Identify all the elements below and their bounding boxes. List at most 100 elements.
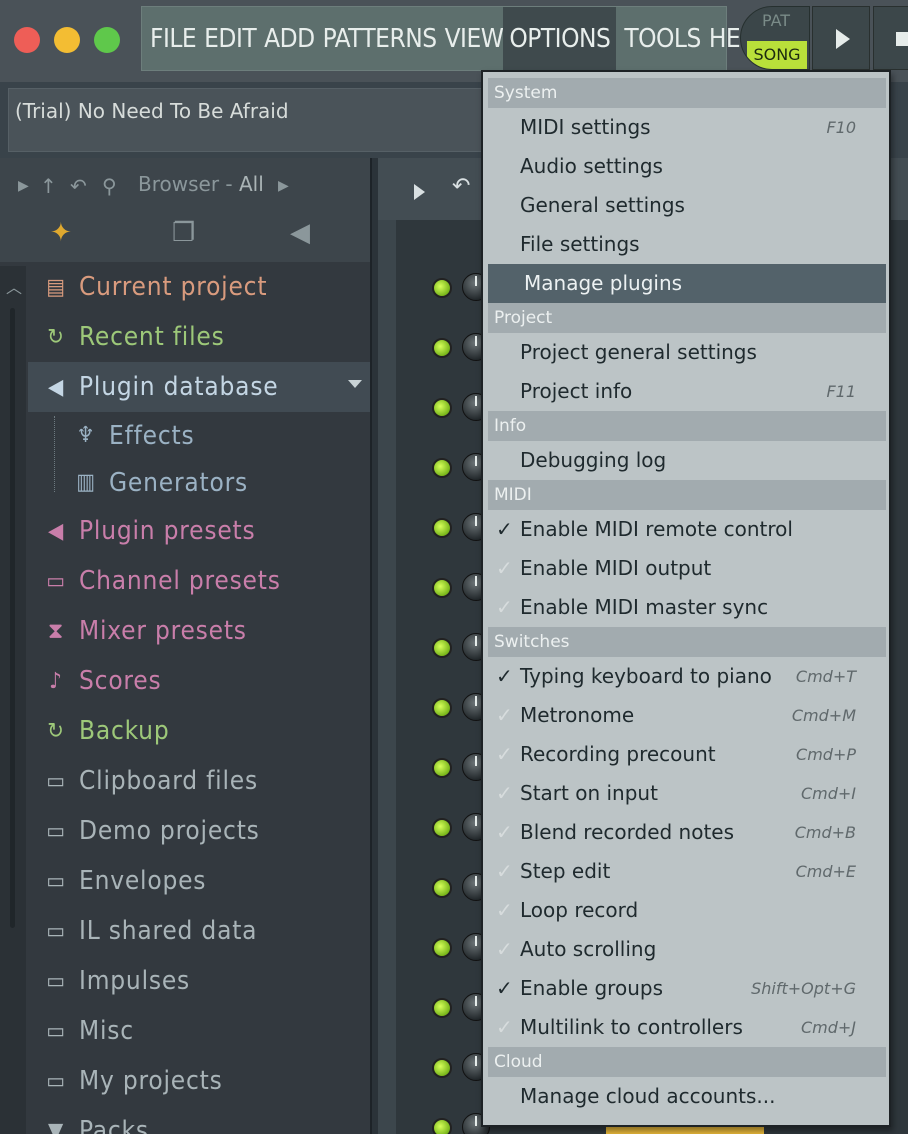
browser-item-plugin-presets[interactable]: ◀ Plugin presets	[28, 506, 370, 556]
menu-item-general-settings[interactable]: General settings	[488, 186, 886, 225]
menu-item-file-settings[interactable]: File settings	[488, 225, 886, 264]
menu-item-metronome[interactable]: ✓ Metronome Cmd+M	[488, 696, 886, 735]
menu-item-recording-precount[interactable]: ✓ Recording precount Cmd+P	[488, 735, 886, 774]
menu-item-enable-midi-remote-control[interactable]: ✓ Enable MIDI remote control	[488, 510, 886, 549]
channel-mute-led[interactable]	[432, 818, 452, 838]
browser-item-label: Current project	[79, 272, 268, 302]
menu-item-enable-midi-output[interactable]: ✓ Enable MIDI output	[488, 549, 886, 588]
browser-menu-arrow-icon[interactable]: ▶	[18, 178, 29, 194]
menu-tools[interactable]: TOOLS	[616, 7, 701, 70]
plugins-tab-icon[interactable]: ◀	[290, 218, 310, 248]
browser-item-envelopes[interactable]: ▭ Envelopes	[28, 856, 370, 906]
play-button[interactable]	[812, 6, 870, 70]
browser-item-label: Impulses	[79, 966, 191, 996]
menu-item-enable-midi-master-sync[interactable]: ✓ Enable MIDI master sync	[488, 588, 886, 627]
channel-mute-led[interactable]	[432, 998, 452, 1018]
browser-item-label: Envelopes	[79, 866, 207, 896]
browser-item-il-shared-data[interactable]: ▭ IL shared data	[28, 906, 370, 956]
menu-item-project-info[interactable]: Project info F11	[488, 372, 886, 411]
channel-mute-led[interactable]	[432, 878, 452, 898]
song-mode-label[interactable]: SONG	[747, 41, 807, 69]
browser-scroll-thumb[interactable]	[10, 308, 15, 928]
browser-item-clipboard-files[interactable]: ▭ Clipboard files	[28, 756, 370, 806]
channel-mute-led[interactable]	[432, 518, 452, 538]
pat-song-toggle[interactable]: PAT SONG	[740, 6, 810, 70]
browser-title[interactable]: Browser - All	[138, 172, 264, 196]
options-menu-list: System MIDI settings F10 Audio settings Gene…	[488, 78, 886, 1116]
browser-forward-arrow-icon[interactable]: ▶	[278, 178, 289, 194]
menu-item-project-general-settings[interactable]: Project general settings	[488, 333, 886, 372]
rack-undo-icon[interactable]: ↶	[452, 174, 470, 199]
browser-item-scores[interactable]: ♪ Scores	[28, 656, 370, 706]
checkmark-icon: ✓	[496, 556, 513, 580]
browser-item-backup[interactable]: ↻ Backup	[28, 706, 370, 756]
menu-patterns[interactable]: PATTERNS	[315, 7, 437, 70]
channel-mute-led[interactable]	[432, 1118, 452, 1134]
channel-mute-led[interactable]	[432, 578, 452, 598]
checkmark-icon: ✓	[496, 517, 513, 541]
menu-item-midi-settings[interactable]: MIDI settings F10	[488, 108, 886, 147]
menu-item-step-edit[interactable]: ✓ Step edit Cmd+E	[488, 852, 886, 891]
menu-view[interactable]: VIEW	[437, 7, 504, 70]
undo-icon[interactable]: ↶	[70, 174, 87, 198]
menu-item-loop-record[interactable]: ✓ Loop record	[488, 891, 886, 930]
audio-tab-icon[interactable]: ✦	[50, 218, 72, 248]
up-folder-icon[interactable]: ↑	[40, 174, 57, 198]
browser-item-plugin-database[interactable]: ◀ Plugin database	[28, 362, 370, 412]
browser-item-channel-presets[interactable]: ▭ Channel presets	[28, 556, 370, 606]
menu-edit[interactable]: EDIT	[196, 7, 256, 70]
menu-item-start-on-input[interactable]: ✓ Start on input Cmd+I	[488, 774, 886, 813]
menu-item-auto-scrolling[interactable]: ✓ Auto scrolling	[488, 930, 886, 969]
channel-mute-led[interactable]	[432, 938, 452, 958]
document-icon: ▤	[46, 274, 66, 300]
menu-file[interactable]: FILE	[142, 7, 197, 70]
browser-item-generators[interactable]: ▥ Generators	[28, 459, 370, 506]
menu-section-midi: MIDI	[488, 480, 886, 510]
menu-item-multilink-to-controllers[interactable]: ✓ Multilink to controllers Cmd+J	[488, 1008, 886, 1047]
close-window-button[interactable]	[14, 27, 40, 53]
menu-section-cloud: Cloud	[488, 1047, 886, 1077]
channel-mute-led[interactable]	[432, 338, 452, 358]
browser-item-label: Channel presets	[79, 566, 281, 596]
menu-item-label: Enable groups	[520, 976, 663, 1000]
browser-item-my-projects[interactable]: ▭ My projects	[28, 1056, 370, 1106]
channel-mute-led[interactable]	[432, 398, 452, 418]
speaker-preset-icon: ◀	[47, 518, 65, 544]
expand-arrow-icon[interactable]	[348, 380, 362, 388]
stop-button[interactable]	[873, 6, 908, 70]
menu-item-blend-recorded-notes[interactable]: ✓ Blend recorded notes Cmd+B	[488, 813, 886, 852]
pat-mode-label[interactable]: PAT	[741, 11, 809, 30]
menu-options[interactable]: OPTIONS	[503, 7, 617, 70]
menu-item-audio-settings[interactable]: Audio settings	[488, 147, 886, 186]
browser-item-packs[interactable]: ▼ Packs	[28, 1106, 370, 1134]
main-menu-bar: FILE EDIT ADD PATTERNS VIEW OPTIONS TOOLS HELP	[141, 6, 767, 71]
channel-mute-led[interactable]	[432, 458, 452, 478]
channel-mute-led[interactable]	[432, 638, 452, 658]
browser-item-current-project[interactable]: ▤ Current project	[28, 262, 370, 312]
browser-item-demo-projects[interactable]: ▭ Demo projects	[28, 806, 370, 856]
scroll-up-icon[interactable]: ︿	[6, 274, 22, 298]
maximize-window-button[interactable]	[94, 27, 120, 53]
files-tab-icon[interactable]: ❐	[172, 218, 195, 248]
channel-mute-led[interactable]	[432, 758, 452, 778]
channel-mute-led[interactable]	[432, 1058, 452, 1078]
menu-item-enable-groups[interactable]: ✓ Enable groups Shift+Opt+G	[488, 969, 886, 1008]
shortcut-label: Cmd+E	[795, 862, 856, 881]
browser-item-label: Plugin database	[79, 372, 279, 402]
browser-item-impulses[interactable]: ▭ Impulses	[28, 956, 370, 1006]
rack-play-icon[interactable]	[414, 184, 425, 200]
menu-add[interactable]: ADD	[256, 7, 315, 70]
menu-item-debugging-log[interactable]: Debugging log	[488, 441, 886, 480]
browser-item-effects[interactable]: ♆ Effects	[28, 412, 370, 459]
channel-mute-led[interactable]	[432, 278, 452, 298]
browser-item-mixer-presets[interactable]: ⧗ Mixer presets	[28, 606, 370, 656]
channel-mute-led[interactable]	[432, 698, 452, 718]
checkmark-icon: ✓	[496, 703, 513, 727]
minimize-window-button[interactable]	[54, 27, 80, 53]
browser-item-misc[interactable]: ▭ Misc	[28, 1006, 370, 1056]
browser-item-recent-files[interactable]: ↻ Recent files	[28, 312, 370, 362]
search-icon[interactable]: ⚲	[102, 174, 117, 198]
menu-item-manage-cloud-accounts[interactable]: Manage cloud accounts...	[488, 1077, 886, 1116]
menu-item-manage-plugins[interactable]: Manage plugins	[488, 264, 886, 303]
menu-item-typing-keyboard-to-piano[interactable]: ✓ Typing keyboard to piano Cmd+T	[488, 657, 886, 696]
